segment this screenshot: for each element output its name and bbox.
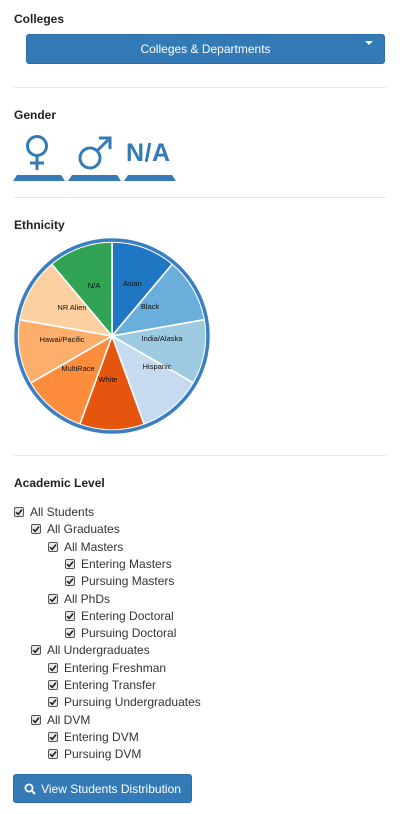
gender-female-button[interactable]: [13, 132, 65, 182]
academic-level-label: All Masters: [64, 539, 124, 554]
checkbox[interactable]: [48, 731, 58, 742]
academic-level-label: All Graduates: [47, 522, 120, 537]
checkbox[interactable]: [48, 749, 58, 760]
checkbox[interactable]: [48, 541, 58, 552]
caret-down-icon: [365, 41, 373, 45]
academic-level-label: Pursuing Undergraduates: [64, 695, 201, 710]
academic-level-item[interactable]: Pursuing Masters: [65, 573, 174, 589]
pie-slice-label: Asian: [123, 279, 142, 288]
academic-level-label: Entering DVM: [64, 729, 139, 744]
female-symbol-icon: [13, 135, 65, 181]
checkbox[interactable]: [31, 714, 41, 725]
academic-level-item[interactable]: All Masters: [48, 539, 123, 555]
checkbox[interactable]: [48, 593, 58, 604]
academic-level-label: Pursuing Masters: [81, 574, 175, 589]
academic-level-item[interactable]: All Students: [14, 504, 94, 520]
academic-level-label: All DVM: [47, 712, 91, 727]
pie-slice-label: Hispanic: [143, 362, 172, 371]
ethnicity-pie-chart[interactable]: Asian Black India/Alaska Hispanic White Multi…: [10, 234, 214, 438]
gender-na-button[interactable]: N/A: [124, 132, 176, 182]
divider: [14, 87, 386, 88]
academic-level-item[interactable]: Entering Transfer: [48, 677, 156, 693]
academic-level-label: Pursuing DVM: [64, 747, 142, 762]
view-button-label: View Students Distribution: [41, 781, 181, 796]
pie-slice-label: India/Alaska: [142, 334, 184, 343]
pie-slice-label: MultiRace: [61, 364, 94, 373]
pie-slice-label: White: [98, 375, 117, 384]
ethnicity-title: Ethnicity: [14, 218, 65, 232]
academic-level-label: Pursuing Doctoral: [81, 626, 177, 641]
academic-level-item[interactable]: Entering DVM: [48, 729, 139, 745]
academic-level-title: Academic Level: [14, 476, 105, 490]
checkbox[interactable]: [48, 662, 58, 673]
checkbox[interactable]: [65, 576, 75, 587]
academic-level-item[interactable]: Pursuing Undergraduates: [48, 694, 201, 710]
pie-slice-label: N/A: [88, 281, 101, 290]
colleges-dropdown-label: Colleges & Departments: [140, 42, 271, 56]
pie-slice-label: NR Alien: [57, 303, 86, 312]
gender-na-base: [124, 175, 176, 181]
academic-level-item[interactable]: All DVM: [31, 712, 90, 728]
divider: [14, 197, 386, 198]
academic-level-item[interactable]: All PhDs: [48, 591, 110, 607]
academic-level-label: Entering Masters: [81, 556, 172, 571]
pie-slice-label: Black: [141, 302, 160, 311]
gender-male-button[interactable]: [68, 132, 121, 182]
academic-level-item[interactable]: Entering Masters: [65, 556, 172, 572]
colleges-dropdown-button[interactable]: Colleges & Departments: [26, 34, 385, 64]
male-symbol-icon: [68, 136, 121, 181]
colleges-title: Colleges: [14, 12, 65, 26]
academic-level-label: All Undergraduates: [47, 643, 150, 658]
checkbox[interactable]: [31, 524, 41, 535]
checkbox[interactable]: [48, 697, 58, 708]
academic-level-item[interactable]: All Undergraduates: [31, 642, 150, 658]
academic-level-label: Entering Freshman: [64, 660, 167, 675]
academic-level-item[interactable]: Entering Freshman: [48, 660, 166, 676]
academic-level-label: All PhDs: [64, 591, 111, 606]
checkbox[interactable]: [65, 610, 75, 621]
academic-level-label: All Students: [30, 505, 95, 519]
academic-level-item[interactable]: Entering Doctoral: [65, 608, 174, 624]
search-icon: [24, 783, 36, 795]
checkbox[interactable]: [48, 680, 58, 690]
pie-slice-label: Hawai/Pacific: [39, 335, 84, 344]
academic-level-label: Entering Transfer: [64, 678, 157, 692]
academic-level-item[interactable]: Pursuing DVM: [48, 746, 141, 762]
gender-title: Gender: [14, 108, 57, 122]
checkbox[interactable]: [14, 507, 24, 517]
academic-level-label: Entering Doctoral: [81, 608, 174, 623]
divider: [14, 455, 386, 456]
academic-level-item[interactable]: All Graduates: [31, 521, 120, 537]
view-students-distribution-button[interactable]: View Students Distribution: [13, 774, 192, 803]
academic-level-item[interactable]: Pursuing Doctoral: [65, 625, 176, 641]
checkbox[interactable]: [65, 558, 75, 569]
checkbox[interactable]: [31, 645, 41, 656]
checkbox[interactable]: [65, 628, 75, 639]
